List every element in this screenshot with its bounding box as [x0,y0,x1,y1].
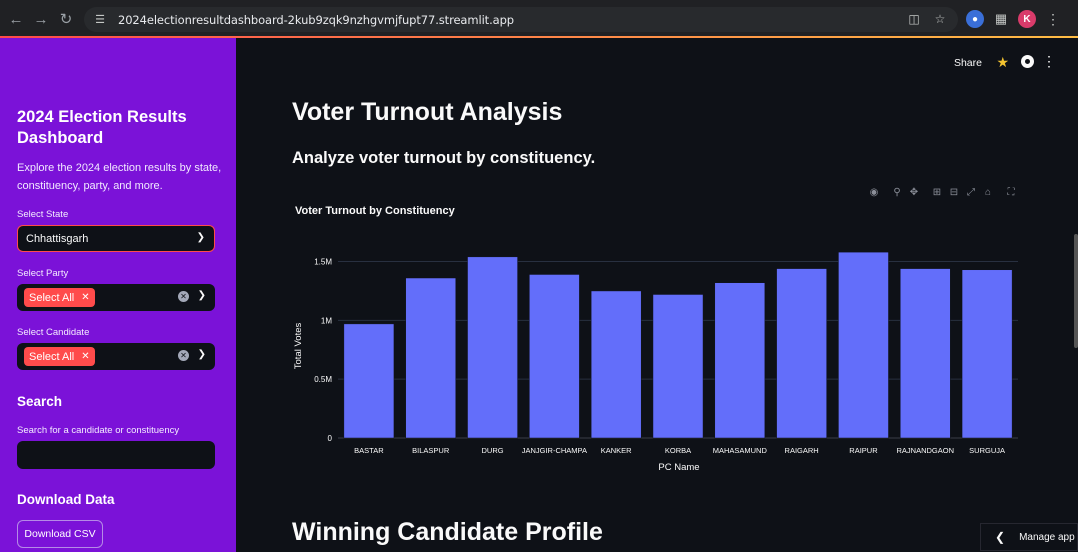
bar-bilaspur[interactable] [405,277,457,439]
zoom-icon[interactable]: ⚲ [891,186,903,198]
star-icon[interactable]: ★ [996,54,1009,71]
download-csv-button[interactable]: Download CSV [17,520,103,548]
profile-avatar[interactable]: K [1018,10,1036,28]
fullscreen-icon[interactable]: ⛶ [1005,186,1017,198]
bar-surguja[interactable] [961,269,1013,439]
x-tick-label: BASTAR [354,446,384,455]
search-heading: Search [17,394,63,409]
main-content: Share ★ ⋮ Voter Turnout Analysis Analyze… [236,38,1078,552]
bar-bastar[interactable] [343,323,395,439]
extensions-puzzle-icon[interactable]: ▦ [992,10,1010,28]
party-tag: Select All ✕ [24,288,95,307]
scrollbar[interactable] [1074,234,1078,348]
x-tick-label: RAIGARH [785,446,819,455]
x-tick-label: KANKER [601,446,632,455]
reset-axes-icon[interactable]: ⌂ [982,186,994,198]
chevron-left-icon: ❮ [995,530,1006,544]
more-options-icon[interactable]: ⋮ [1042,53,1056,70]
state-select[interactable]: Chhattisgarh ❯ [17,225,215,252]
y-tick-label: 0.5M [314,375,332,384]
section-title: Winning Candidate Profile [292,518,603,546]
x-tick-label: DURG [481,446,503,455]
candidate-label: Select Candidate [17,327,90,338]
party-label: Select Party [17,268,69,279]
x-tick-label: RAIPUR [849,446,878,455]
bar-raigarh[interactable] [776,268,827,439]
bar-durg[interactable] [467,256,518,439]
autoscale-icon[interactable]: ⤢ [965,186,977,198]
chart-modebar: ◉ ⚲ ✥ ⊞ ⊟ ⤢ ⌂ ⛶ [868,186,1017,198]
clear-icon[interactable]: ✕ [178,350,189,361]
manage-app-button[interactable]: ❮ Manage app [980,523,1078,551]
back-arrow-icon[interactable]: ← [5,8,27,30]
sidebar-description: Explore the 2024 election results by sta… [17,162,222,192]
bar-korba[interactable] [652,294,704,439]
pan-icon[interactable]: ✥ [908,186,920,198]
chevron-down-icon[interactable]: ❯ [198,349,206,360]
bar-janjgir-champa[interactable] [529,274,580,439]
party-tag-label: Select All [29,291,75,304]
reload-icon[interactable]: ↻ [55,8,77,30]
manage-app-label: Manage app [1019,531,1075,543]
site-settings-icon[interactable]: ☰ [92,12,108,28]
remove-tag-icon[interactable]: ✕ [81,351,89,362]
bar-kanker[interactable] [590,290,642,439]
x-tick-label: RAJNANDGAON [897,446,955,455]
extension-icon[interactable]: ● [966,10,984,28]
bookmark-star-icon[interactable]: ☆ [932,11,948,27]
candidate-tag-label: Select All [29,350,75,363]
clear-icon[interactable]: ✕ [178,291,189,302]
party-multiselect[interactable]: Select All ✕ ✕ ❯ [17,284,215,311]
x-tick-label: JANJGIR-CHAMPA [522,446,587,455]
forward-arrow-icon[interactable]: → [30,8,52,30]
state-select-value: Chhattisgarh [26,232,89,245]
browser-toolbar: ← → ↻ ☰ 2024electionresultdashboard-2kub… [0,0,1078,38]
x-tick-label: KORBA [665,446,691,455]
state-label: Select State [17,209,69,220]
share-button[interactable]: Share [954,57,982,69]
browser-menu-icon[interactable]: ⋮ [1044,10,1062,28]
zoom-out-icon[interactable]: ⊟ [948,186,960,198]
github-icon[interactable] [1021,55,1034,68]
address-bar[interactable]: ☰ 2024electionresultdashboard-2kub9zqk9n… [84,7,958,32]
install-app-icon[interactable]: ◫ [906,11,922,27]
y-axis-label: Total Votes [293,323,304,370]
chevron-down-icon[interactable]: ❯ [197,232,205,243]
y-tick-label: 0 [328,434,333,443]
search-input[interactable] [17,441,215,469]
camera-icon[interactable]: ◉ [868,186,880,198]
sidebar-title: 2024 Election Results Dashboard [17,108,187,147]
x-tick-label: SURGUJA [969,446,1005,455]
y-tick-label: 1M [321,316,332,325]
candidate-multiselect[interactable]: Select All ✕ ✕ ❯ [17,343,215,370]
candidate-tag: Select All ✕ [24,347,95,366]
page-subtitle: Analyze voter turnout by constituency. [292,149,596,167]
bar-rajnandgaon[interactable] [899,268,951,439]
chevron-down-icon[interactable]: ❯ [198,290,206,301]
url-text[interactable]: 2024electionresultdashboard-2kub9zqk9nzh… [118,13,514,27]
page-title: Voter Turnout Analysis [292,98,563,126]
zoom-in-icon[interactable]: ⊞ [931,186,943,198]
chart-title: Voter Turnout by Constituency [295,205,456,217]
download-heading: Download Data [17,492,115,507]
x-axis-label: PC Name [658,462,699,473]
voter-turnout-chart: Voter Turnout by Constituency Total Vote… [293,205,1018,473]
y-tick-label: 1.5M [314,258,332,267]
x-tick-label: BILASPUR [412,446,450,455]
x-tick-label: MAHASAMUND [713,446,768,455]
remove-tag-icon[interactable]: ✕ [81,292,89,303]
sidebar: 2024 Election Results Dashboard Explore … [0,38,236,552]
bar-raipur[interactable] [838,251,889,439]
search-label: Search for a candidate or constituency [17,425,180,436]
bar-mahasamund[interactable] [714,282,766,439]
